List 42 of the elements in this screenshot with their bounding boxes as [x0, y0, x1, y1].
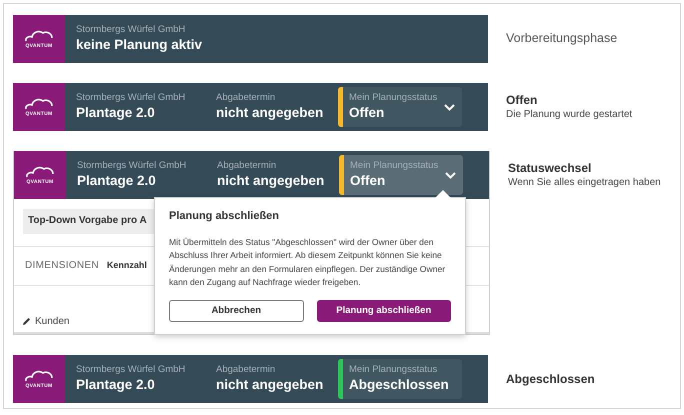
phase-description: Die Planung wurde gestartet: [506, 108, 632, 122]
chevron-icon: [445, 172, 456, 178]
phase-title: Statuswechsel: [508, 160, 592, 176]
status-dropdown[interactable]: Mein Planungsstatus Offen: [339, 155, 463, 195]
deadline-label: Abgabetermin: [217, 160, 276, 172]
project-name: Plantage 2.0: [76, 105, 155, 122]
cloud-icon: [24, 96, 54, 110]
company-name: Stormbergs Würfel GmbH: [76, 24, 186, 36]
cloud-icon: [25, 164, 55, 178]
pencil-icon: [22, 317, 31, 326]
project-name: Plantage 2.0: [76, 377, 155, 394]
phase-description: Wenn Sie alles eingetragen haben: [508, 176, 661, 190]
status-label: Mein Planungsstatus: [349, 92, 438, 104]
status-label: Mein Planungsstatus: [350, 160, 438, 172]
chevron-icon: [444, 104, 456, 110]
deadline-value: nicht angegeben: [216, 105, 324, 122]
status-label: Mein Planungsstatus: [349, 364, 438, 376]
phase-title: Vorbereitungsphase: [506, 31, 618, 47]
cloud-icon: [24, 368, 54, 382]
status-dropdown[interactable]: Mein Planungsstatus Abgeschlossen: [338, 359, 462, 399]
project-name: Plantage 2.0: [77, 173, 156, 190]
project-name: keine Planung aktiv: [76, 37, 202, 54]
status-dropdown[interactable]: Mein Planungsstatus Offen: [338, 87, 462, 127]
deadline-label: Abgabetermin: [216, 92, 276, 104]
status-value: Offen: [350, 173, 386, 190]
cloud-icon: [24, 28, 54, 42]
confirm-button[interactable]: Planung abschließen: [316, 300, 451, 322]
company-name: Stormbergs Würfel GmbH: [76, 364, 186, 376]
status-value: Offen: [349, 105, 384, 122]
tab[interactable]: DIMENSIONEN: [25, 260, 99, 272]
tab[interactable]: Kennzahl: [106, 260, 147, 272]
phase-title: Abgeschlossen: [506, 372, 595, 386]
deadline-value: nicht angegeben: [216, 377, 324, 394]
dimension-item[interactable]: Kunden: [35, 316, 70, 328]
popover-text: Mit Übermitteln des Status "Abgeschlossen" wird der Owner über den Abschluss Ihrer Arbeit informiert. Ab diesem Zeitpunkt können Sie keine Änderungen mehr an den Formularen einpflegen. Der zuständige Owner kann den Zugang auf Nachfrage wieder freigeben.: [169, 236, 446, 290]
deadline-label: Abgabetermin: [216, 364, 276, 376]
company-name: Stormbergs Würfel GmbH: [76, 92, 186, 104]
status-value: Abgeschlossen: [349, 377, 449, 394]
company-name: Stormbergs Würfel GmbH: [77, 160, 186, 172]
cancel-button[interactable]: Abbrechen: [169, 300, 304, 322]
phase-title: Offen: [506, 92, 538, 108]
deadline-value: nicht angegeben: [217, 173, 324, 190]
